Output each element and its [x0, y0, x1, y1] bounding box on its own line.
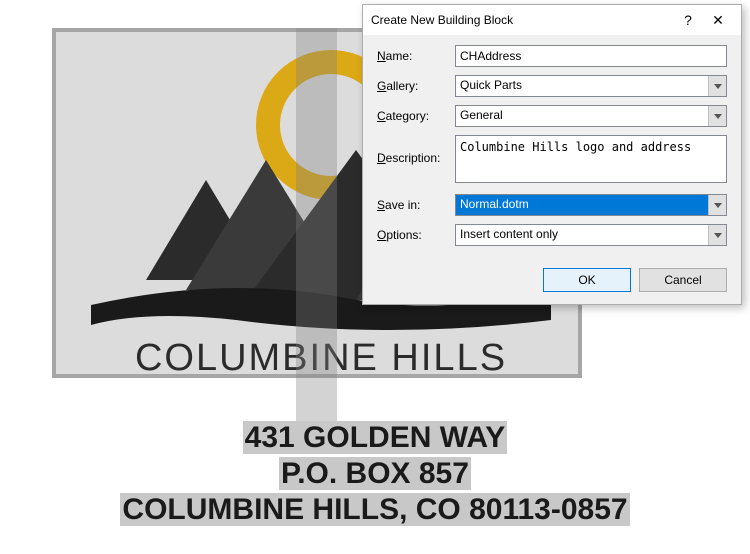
ok-button[interactable]: OK	[543, 268, 631, 292]
options-label: Options:	[377, 228, 455, 242]
category-combo[interactable]: General	[455, 105, 727, 127]
create-building-block-dialog: Create New Building Block ? ✕ Name: Gall…	[362, 4, 742, 305]
name-label: Name:	[377, 49, 455, 63]
address-line-2: P.O. BOX 857	[279, 457, 471, 490]
address-line-1: 431 GOLDEN WAY	[243, 421, 508, 454]
selection-highlight	[296, 28, 337, 428]
close-button[interactable]: ✕	[703, 12, 733, 29]
dialog-title: Create New Building Block	[371, 13, 673, 27]
address-line-3: COLUMBINE HILLS, CO 80113-0857	[120, 493, 629, 526]
cancel-button[interactable]: Cancel	[639, 268, 727, 292]
chevron-down-icon[interactable]	[708, 195, 726, 215]
address-block: 431 GOLDEN WAY P.O. BOX 857 COLUMBINE HI…	[0, 420, 750, 528]
options-combo[interactable]: Insert content only	[455, 224, 727, 246]
gallery-combo[interactable]: Quick Parts	[455, 75, 727, 97]
chevron-down-icon[interactable]	[708, 106, 726, 126]
name-input[interactable]	[455, 45, 727, 67]
description-input[interactable]: Columbine Hills logo and address	[455, 135, 727, 183]
chevron-down-icon[interactable]	[708, 76, 726, 96]
chevron-down-icon[interactable]	[708, 225, 726, 245]
description-label: Description:	[377, 135, 455, 165]
help-button[interactable]: ?	[673, 12, 703, 28]
dialog-titlebar[interactable]: Create New Building Block ? ✕	[363, 5, 741, 35]
gallery-label: Gallery:	[377, 79, 455, 93]
save-in-label: Save in:	[377, 198, 455, 212]
save-in-combo[interactable]: Normal.dotm	[455, 194, 727, 216]
category-label: Category:	[377, 109, 455, 123]
